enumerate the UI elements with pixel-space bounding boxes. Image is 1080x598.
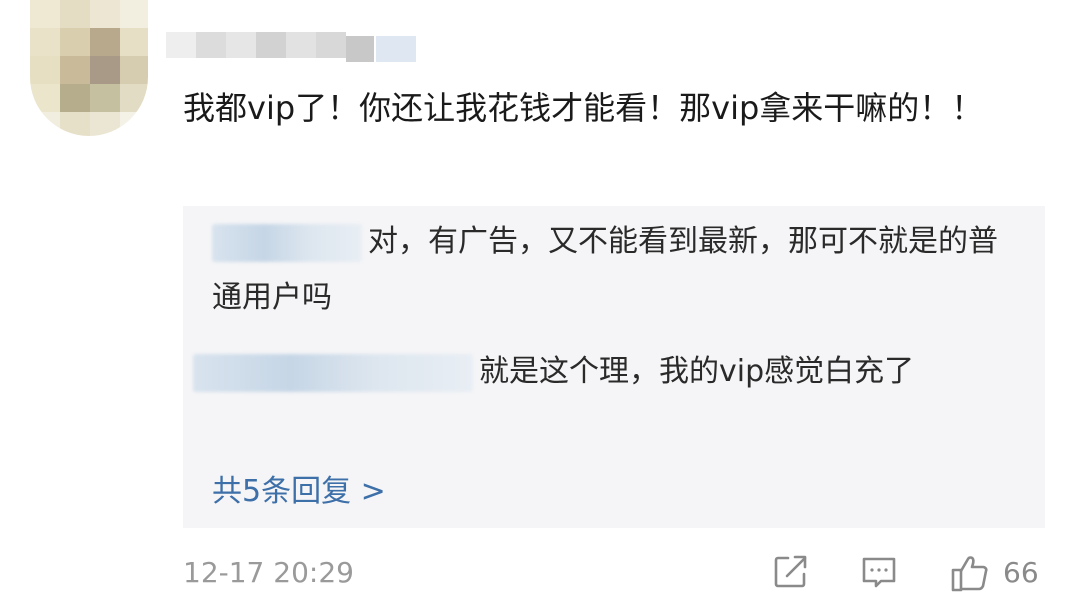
replies-panel: 对，有广告，又不能看到最新，那可不就是的普通用户吗 就是这个理，我的vip感觉白… xyxy=(183,206,1045,528)
reply-item[interactable]: 对，有广告，又不能看到最新，那可不就是的普通用户吗 xyxy=(212,214,1012,326)
view-all-replies-link[interactable]: 共5条回复 > xyxy=(212,466,386,510)
comment-icon xyxy=(859,552,899,592)
comment-timestamp: 12-17 20:29 xyxy=(183,556,354,589)
username-blurred[interactable] xyxy=(166,28,426,62)
thumbs-up-icon xyxy=(949,552,991,594)
avatar[interactable] xyxy=(30,0,148,136)
user-level-badge xyxy=(376,36,416,62)
reply-author-blurred[interactable] xyxy=(193,353,473,392)
like-count: 66 xyxy=(1003,556,1039,589)
reply-author-blurred[interactable] xyxy=(212,223,362,262)
share-icon xyxy=(771,552,811,592)
reply-item[interactable]: 就是这个理，我的vip感觉白充了 xyxy=(193,344,1013,400)
like-button[interactable] xyxy=(949,552,991,596)
comment-text: 我都vip了！你还让我花钱才能看！那vip拿来干嘛的！！ xyxy=(183,89,984,127)
share-button[interactable] xyxy=(771,552,811,596)
comment-footer: 12-17 20:29 66 xyxy=(183,552,1045,596)
reply-button[interactable] xyxy=(859,552,899,596)
reply-text: 就是这个理，我的vip感觉白充了 xyxy=(479,354,915,389)
